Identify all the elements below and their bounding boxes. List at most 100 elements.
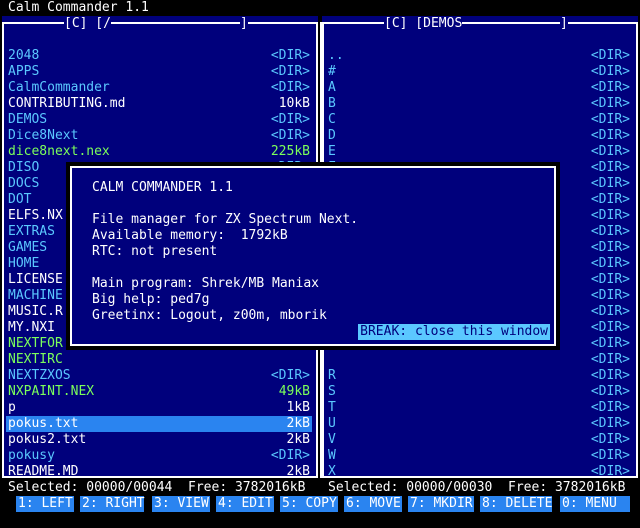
entry-name: C [328, 112, 336, 127]
entry-name: E [328, 144, 336, 159]
directory-row[interactable]: W <DIR> [326, 448, 632, 464]
entry-size: <DIR> [590, 80, 630, 95]
entry-size: <DIR> [270, 368, 310, 383]
dialog-line-description: File manager for ZX Spectrum Next. [92, 212, 359, 227]
entry-size: <DIR> [590, 352, 630, 367]
directory-row[interactable]: E <DIR> [326, 144, 632, 160]
app-title: Calm Commander 1.1 [0, 0, 640, 16]
directory-row[interactable]: V <DIR> [326, 432, 632, 448]
directory-row[interactable]: R <DIR> [326, 368, 632, 384]
entry-size: <DIR> [270, 48, 310, 63]
entry-name: W [328, 448, 336, 463]
entry-name: CONTRIBUTING.md [8, 96, 126, 111]
entry-size: 2kB [286, 432, 310, 447]
directory-row[interactable]: CalmCommander <DIR> [6, 80, 312, 96]
directory-row[interactable]: T <DIR> [326, 400, 632, 416]
entry-size: <DIR> [590, 96, 630, 111]
entry-name: NEXTZXOS [8, 368, 71, 383]
fkey-2-button[interactable]: 2: RIGHT [80, 496, 145, 512]
entry-size: <DIR> [590, 240, 630, 255]
directory-row[interactable]: D <DIR> [326, 128, 632, 144]
file-row[interactable]: pokus.txt 2kB [6, 416, 312, 432]
entry-size: <DIR> [590, 112, 630, 127]
entry-name: MY.NXI [8, 320, 55, 335]
entry-size: <DIR> [590, 64, 630, 79]
function-key-bar: 1: LEFT 2: RIGHT 3: VIEW 4: EDIT 5: COPY 6: M… [0, 496, 640, 512]
entry-size: <DIR> [590, 224, 630, 239]
directory-row[interactable]: .. <DIR> [326, 48, 632, 64]
entry-size: 10kB [278, 96, 310, 111]
fkey-9-button[interactable]: 0: MENU [560, 496, 630, 512]
entry-name: V [328, 432, 336, 447]
fkey-6-button[interactable]: 6: MOVE [344, 496, 402, 512]
dialog-title: CALM COMMANDER 1.1 [92, 180, 233, 195]
entry-size: <DIR> [590, 128, 630, 143]
entry-name: NEXTFOR [8, 336, 63, 351]
file-row[interactable]: dice8next.nex 225kB [6, 144, 312, 160]
directory-row[interactable]: Dice8Next <DIR> [6, 128, 312, 144]
entry-name: S [328, 384, 336, 399]
left-status: Selected: 00000/00044 Free: 3782016kB [8, 480, 306, 495]
directory-row[interactable]: A <DIR> [326, 80, 632, 96]
directory-row[interactable]: # <DIR> [326, 64, 632, 80]
entry-name: NEXTIRC [8, 352, 63, 367]
entry-size: <DIR> [590, 320, 630, 335]
file-row[interactable]: NXPAINT.NEX 49kB [6, 384, 312, 400]
directory-row[interactable]: pokusy <DIR> [6, 448, 312, 464]
entry-name: X [328, 464, 336, 479]
directory-row[interactable]: B <DIR> [326, 96, 632, 112]
entry-size: <DIR> [270, 128, 310, 143]
file-row[interactable]: NEXTIRC [6, 352, 312, 368]
directory-row[interactable]: APPS <DIR> [6, 64, 312, 80]
entry-name: NXPAINT.NEX [8, 384, 95, 399]
entry-name: p [8, 400, 16, 415]
file-row[interactable]: README.MD 2kB [6, 464, 312, 480]
directory-row[interactable]: NEXTZXOS <DIR> [6, 368, 312, 384]
close-dialog-button[interactable]: BREAK: close this window [358, 324, 550, 340]
entry-size: <DIR> [590, 432, 630, 447]
entry-size: <DIR> [590, 48, 630, 63]
directory-row[interactable]: X <DIR> [326, 464, 632, 480]
file-row[interactable]: CONTRIBUTING.md 10kB [6, 96, 312, 112]
entry-name: DOCS [8, 176, 40, 191]
entry-size: 1kB [286, 400, 310, 415]
fkey-7-button[interactable]: 7: MKDIR [408, 496, 474, 512]
dialog-line-author: Main program: Shrek/MB Maniax [92, 276, 319, 291]
entry-size: <DIR> [590, 416, 630, 431]
entry-name: Dice8Next [8, 128, 79, 143]
fkey-5-button[interactable]: 5: COPY [280, 496, 338, 512]
fkey-3-button[interactable]: 3: VIEW [152, 496, 210, 512]
directory-row[interactable]: 2048 <DIR> [6, 48, 312, 64]
fkey-4-button[interactable]: 4: EDIT [216, 496, 274, 512]
file-row[interactable]: p 1kB [6, 400, 312, 416]
entry-size: 49kB [278, 384, 310, 399]
entry-size: <DIR> [270, 80, 310, 95]
directory-row[interactable]: U <DIR> [326, 416, 632, 432]
entry-name: pokus2.txt [8, 432, 87, 447]
right-panel-path: [C] [DEMOS [384, 16, 463, 32]
entry-size: <DIR> [590, 304, 630, 319]
fkey-8-button[interactable]: 8: DELETE [480, 496, 552, 512]
status-bar: Selected: 00000/00044 Free: 3782016kB Se… [0, 480, 640, 496]
entry-name: HOME [8, 256, 40, 271]
entry-size: <DIR> [590, 144, 630, 159]
entry-name: pokusy [8, 448, 55, 463]
directory-row[interactable]: S <DIR> [326, 384, 632, 400]
entry-size: 2kB [286, 464, 310, 479]
dialog-line-memory: Available memory: 1792kB [92, 228, 288, 243]
entry-name: DOT [8, 192, 32, 207]
dialog-line-help: Big help: ped7g [92, 292, 210, 307]
entry-name: T [328, 400, 336, 415]
entry-size: <DIR> [590, 448, 630, 463]
directory-row[interactable]: <DIR> [326, 352, 632, 368]
directory-row[interactable]: C <DIR> [326, 112, 632, 128]
directory-row[interactable]: DEMOS <DIR> [6, 112, 312, 128]
entry-size: <DIR> [590, 192, 630, 207]
entry-name: 2048 [8, 48, 40, 63]
entry-size: 2kB [286, 416, 310, 431]
file-row[interactable]: pokus2.txt 2kB [6, 432, 312, 448]
entry-name: MUSIC.R [8, 304, 63, 319]
entry-name: dice8next.nex [8, 144, 110, 159]
entry-size: <DIR> [590, 464, 630, 479]
fkey-1-button[interactable]: 1: LEFT [16, 496, 74, 512]
